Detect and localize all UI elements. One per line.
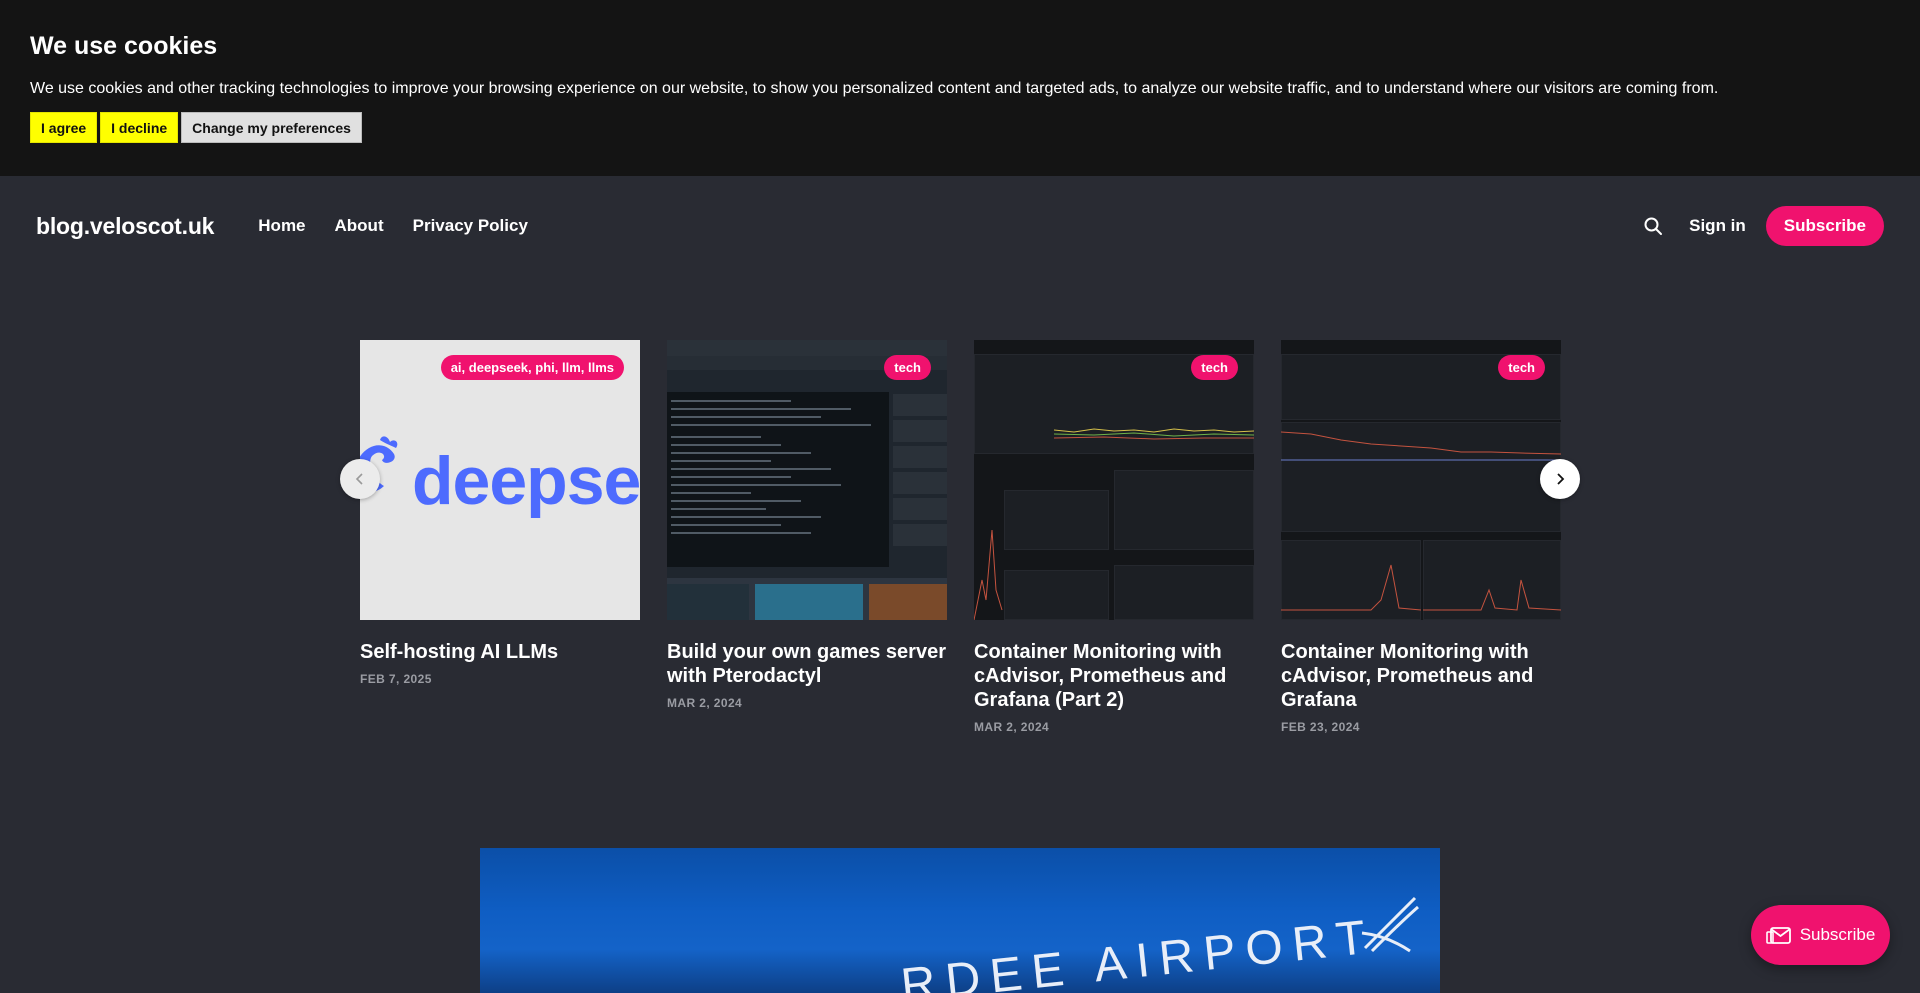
post-date: FEB 23, 2024 — [1281, 720, 1360, 734]
post-card[interactable]: deepse ai, deepseek, phi, llm, llms Self… — [360, 340, 640, 734]
nav-home[interactable]: Home — [258, 216, 305, 236]
hero-image-text: RDEE AIRPORT — [898, 910, 1378, 993]
cookie-text: We use cookies and other tracking techno… — [30, 80, 1719, 97]
deepseek-wordmark: deepse — [412, 443, 640, 519]
carousel-prev-button[interactable] — [340, 459, 380, 499]
screenshot-titlebar — [667, 340, 947, 356]
site-header: blog.veloscot.uk Home About Privacy Poli… — [0, 176, 1920, 276]
post-title[interactable]: Build your own games server with Pteroda… — [667, 640, 947, 688]
site-logo[interactable]: blog.veloscot.uk — [36, 213, 214, 240]
dashboard-panel — [1114, 470, 1254, 550]
cookie-decline-button[interactable]: I decline — [100, 112, 179, 143]
main-nav: Home About Privacy Policy — [258, 216, 528, 236]
mail-icon — [1765, 927, 1791, 944]
dashboard-spike-chart — [1281, 564, 1561, 611]
dashboard-line-chart — [1054, 428, 1254, 440]
post-tag[interactable]: tech — [1498, 355, 1545, 380]
post-title[interactable]: Container Monitoring with cAdvisor, Prom… — [974, 640, 1254, 712]
nav-privacy-policy[interactable]: Privacy Policy — [413, 216, 528, 236]
floating-subscribe-button[interactable]: Subscribe — [1751, 905, 1890, 965]
cookie-actions: I agree I decline Change my preferences — [30, 112, 1890, 143]
cookie-preferences-button[interactable]: Change my preferences — [181, 112, 362, 143]
post-date: FEB 7, 2025 — [360, 672, 432, 686]
screenshot-console — [667, 392, 889, 567]
post-tag[interactable]: tech — [1191, 355, 1238, 380]
post-image-deepseek[interactable]: deepse ai, deepseek, phi, llm, llms — [360, 340, 640, 620]
chevron-right-icon — [1557, 473, 1565, 485]
dashboard-panel — [1114, 565, 1254, 620]
post-image-grafana[interactable]: tech — [1281, 340, 1561, 620]
dashboard-panel — [1004, 490, 1109, 550]
post-title[interactable]: Container Monitoring with cAdvisor, Prom… — [1281, 640, 1561, 712]
cookie-title: We use cookies — [30, 32, 218, 60]
signin-link[interactable]: Sign in — [1689, 216, 1746, 236]
post-tag[interactable]: ai, deepseek, phi, llm, llms — [440, 355, 624, 380]
post-image-pterodactyl[interactable]: tech — [667, 340, 947, 620]
cookie-banner: We use cookies We use cookies and other … — [0, 0, 1920, 176]
post-date: MAR 2, 2024 — [974, 720, 1050, 734]
post-card[interactable]: tech Container Monitoring with cAdvisor,… — [974, 340, 1254, 734]
post-card[interactable]: tech Build your own games server with Pt… — [667, 340, 947, 734]
carousel-next-button[interactable] — [1540, 459, 1580, 499]
post-date: MAR 2, 2024 — [667, 696, 743, 710]
featured-posts-carousel: deepse ai, deepseek, phi, llm, llms Self… — [340, 340, 1580, 740]
post-title[interactable]: Self-hosting AI LLMs — [360, 640, 640, 664]
carousel-cards: deepse ai, deepseek, phi, llm, llms Self… — [360, 340, 1561, 734]
post-tag[interactable]: tech — [884, 355, 931, 380]
header-actions: Sign in Subscribe — [1643, 206, 1884, 246]
nav-about[interactable]: About — [335, 216, 384, 236]
dashboard-panel — [1004, 570, 1109, 620]
cookie-agree-button[interactable]: I agree — [30, 112, 98, 143]
post-image-grafana-part2[interactable]: tech — [974, 340, 1254, 620]
search-icon[interactable] — [1643, 216, 1663, 236]
dashboard-spike-chart — [974, 529, 1003, 620]
header-subscribe-button[interactable]: Subscribe — [1765, 206, 1884, 246]
chevron-left-icon — [355, 473, 363, 485]
dashboard-line-chart — [1281, 431, 1561, 461]
post-card[interactable]: tech Container Monitoring with cAdvisor,… — [1281, 340, 1561, 734]
featured-hero-image[interactable]: RDEE AIRPORT — [480, 848, 1440, 993]
screenshot-graphs — [667, 578, 947, 620]
floating-subscribe-label: Subscribe — [1799, 925, 1876, 944]
screenshot-stats — [893, 392, 947, 567]
